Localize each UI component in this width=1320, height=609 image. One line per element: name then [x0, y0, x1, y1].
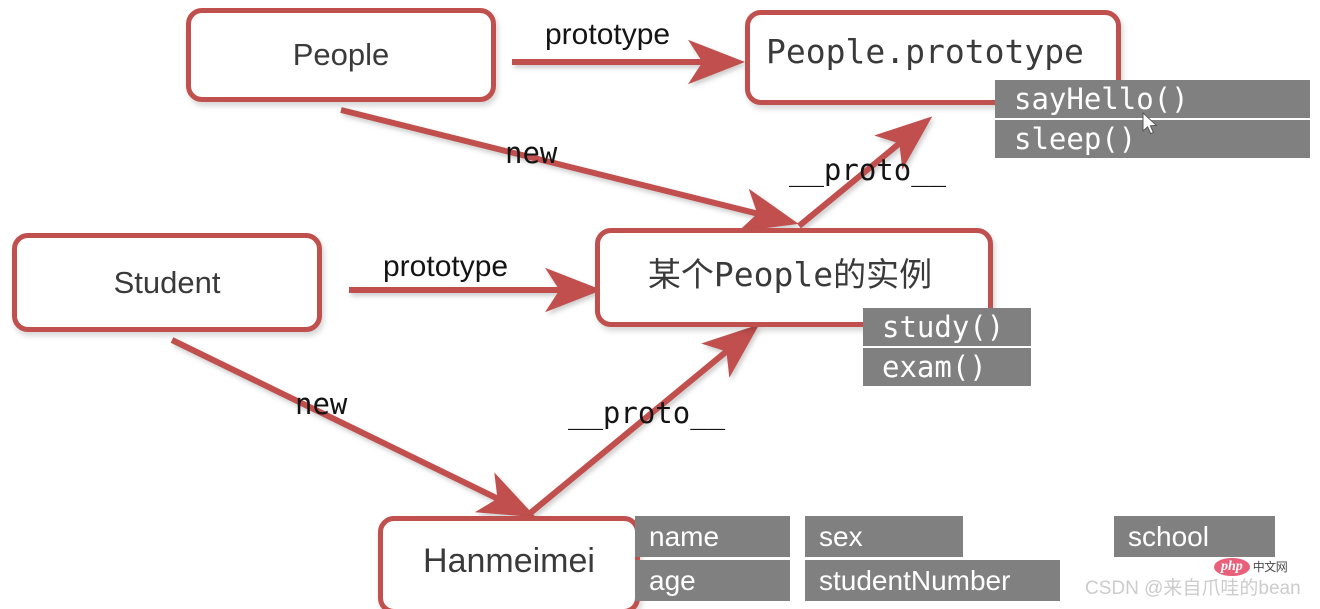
member-bar-sayhello: sayHello()	[995, 80, 1310, 118]
node-student[interactable]: Student	[12, 233, 322, 332]
node-people-instance-label: 某个People的实例	[647, 254, 933, 294]
arrow-student-to-hanmeimei	[170, 337, 536, 518]
edge-label-student-new: new	[295, 387, 348, 421]
member-bar-name: name	[635, 516, 790, 557]
php-logo: php 中文网	[1214, 558, 1288, 577]
arrow-people-to-instance	[340, 107, 799, 232]
member-bar-study: study()	[863, 308, 1031, 346]
member-bar-sex: sex	[805, 516, 963, 557]
node-people[interactable]: People	[186, 8, 496, 102]
member-bar-name-label: name	[649, 520, 720, 552]
node-student-label: Student	[113, 264, 221, 300]
php-logo-badge: php	[1214, 558, 1250, 577]
node-people-label: People	[292, 37, 390, 72]
member-bar-studentnumber: studentNumber	[805, 560, 1060, 601]
member-bar-age-label: age	[649, 564, 696, 596]
member-bar-studentnumber-label: studentNumber	[819, 564, 1011, 596]
member-bar-sleep-label: sleep()	[1014, 122, 1137, 156]
edge-label-student-prototype: prototype	[383, 250, 509, 283]
member-bar-school-label: school	[1128, 520, 1209, 552]
member-bar-sex-label: sex	[819, 520, 863, 552]
member-bar-age: age	[635, 560, 790, 601]
edge-label-people-prototype: prototype	[545, 18, 671, 51]
watermark-text: CSDN @来自爪哇的bean	[1085, 578, 1301, 599]
node-people-prototype-label: People.prototype	[766, 32, 1084, 71]
member-bar-study-label: study()	[882, 310, 1005, 344]
php-logo-text: 中文网	[1252, 559, 1288, 574]
member-bar-sleep: sleep()	[995, 120, 1310, 158]
member-bar-school: school	[1114, 516, 1275, 557]
edge-label-instance-proto: __proto__	[789, 153, 947, 187]
member-bar-exam-label: exam()	[882, 350, 987, 384]
diagram-canvas: People People.prototype Student 某个People…	[0, 0, 1320, 609]
node-hanmeimei[interactable]: Hanmeimei	[378, 516, 640, 609]
edge-label-hanmeimei-proto: __proto__	[568, 396, 726, 430]
member-bar-sayhello-label: sayHello()	[1014, 82, 1189, 116]
member-bar-exam: exam()	[863, 348, 1031, 386]
node-hanmeimei-label: Hanmeimei	[423, 541, 595, 580]
edge-label-people-new: new	[505, 136, 558, 170]
